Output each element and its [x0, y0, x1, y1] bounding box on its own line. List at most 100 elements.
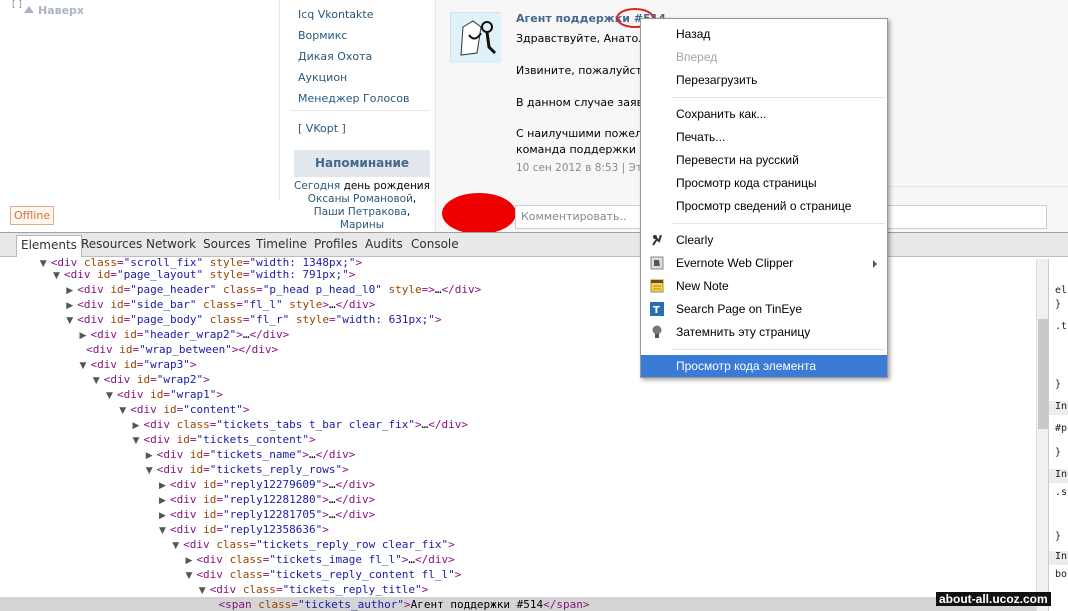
ticket-divider — [872, 186, 1068, 187]
menu-item-dim-page[interactable]: Затемнить эту страницу — [641, 321, 887, 343]
menu-item-wormix[interactable]: Вормикс — [298, 29, 428, 50]
menu-item-icq[interactable]: Icq Vkontakte — [298, 8, 428, 29]
scrollbar-thumb[interactable] — [1038, 319, 1048, 429]
dom-row[interactable]: ▼ <div id="page_layout" style="width: 791… — [0, 267, 1048, 282]
menu-item-page-info[interactable]: Просмотр сведений о странице — [641, 195, 887, 217]
styles-text: } — [1055, 531, 1062, 542]
bracket-mark: [ ] — [12, 0, 22, 10]
dom-row[interactable]: ▼ <div id="wrap1"> — [0, 387, 1048, 402]
dom-row[interactable]: ▶ <div id="reply12281705">…</div> — [0, 507, 1048, 522]
menu-item-clearly[interactable]: Clearly — [641, 229, 887, 251]
dom-row[interactable]: ▶ <div class="tickets_image fl_l">…</div> — [0, 552, 1048, 567]
reminder-birthday: день рождения — [343, 180, 430, 192]
dom-row[interactable]: ▼ <div id="tickets_content"> — [0, 432, 1048, 447]
tab-sources[interactable]: Sources — [203, 237, 250, 251]
dom-row[interactable]: ▶ <div id="reply12281280">…</div> — [0, 492, 1048, 507]
menu-item-back[interactable]: Назад — [641, 23, 887, 45]
tab-profiles[interactable]: Profiles — [314, 237, 358, 251]
dom-row[interactable]: ▶ <div id="tickets_name">…</div> — [0, 447, 1048, 462]
dom-row[interactable]: ▶ <div id="page_header" class="p_head p_h… — [0, 282, 1048, 297]
tineye-icon: T — [650, 302, 664, 316]
styles-pane: el } .t } In #p } In .s } In bo — [1048, 259, 1068, 611]
dom-row-selected[interactable]: <span class="tickets_author">Агент подде… — [0, 597, 1048, 611]
evernote-icon — [650, 256, 664, 270]
menu-separator — [672, 349, 885, 350]
offline-badge: Offline — [10, 206, 55, 225]
devtools-panel: Elements Resources Network Sources Timel… — [0, 232, 1068, 611]
watermark: about-all.ucoz.com — [936, 592, 1051, 606]
arrow-up-icon — [24, 6, 34, 13]
dom-row[interactable]: ▼ <div id="content"> — [0, 402, 1048, 417]
styles-text: .t — [1055, 321, 1068, 332]
tab-resources[interactable]: Resources — [81, 237, 142, 251]
tab-console[interactable]: Console — [411, 237, 459, 251]
menu-item-tineye-label: Search Page on TinEye — [676, 302, 803, 316]
reminder-box: Напоминание Сегодня день рождения Оксаны… — [294, 150, 430, 232]
menu-item-translate[interactable]: Перевести на русский — [641, 149, 887, 171]
submenu-arrow-icon — [873, 260, 877, 268]
back-to-top-label: Наверх — [38, 4, 85, 17]
lightbulb-icon — [652, 325, 662, 338]
back-to-top-link[interactable]: Наверх — [24, 4, 84, 17]
tab-audits[interactable]: Audits — [365, 237, 403, 251]
dom-row[interactable]: ▼ <div id="wrap2"> — [0, 372, 1048, 387]
tab-elements[interactable]: Elements — [16, 235, 82, 257]
reminder-link-marina[interactable]: Марины — [340, 219, 384, 231]
menu-item-inspect-element[interactable]: Просмотр кода элемента — [641, 355, 887, 377]
dom-row[interactable]: ▶ <div id="side_bar" class="fl_l" style>…… — [0, 297, 1048, 312]
menu-item-view-source[interactable]: Просмотр кода страницы — [641, 172, 887, 194]
dom-row[interactable]: ▶ <div id="header_wrap2">…</div> — [0, 327, 1048, 342]
note-icon — [650, 279, 664, 293]
styles-text: } — [1055, 379, 1062, 390]
reminder-text: Сегодня день рождения Оксаны Романовой, … — [294, 177, 430, 232]
menu-item-auction[interactable]: Аукцион — [298, 71, 428, 92]
menu-item-forward[interactable]: Вперед — [641, 46, 887, 68]
dom-row[interactable]: ▼ <div id="page_body" class="fl_r" style=… — [0, 312, 1048, 327]
menu-item-new-note[interactable]: New Note — [641, 275, 887, 297]
menu-item-print[interactable]: Печать... — [641, 126, 887, 148]
svg-text:T: T — [653, 305, 660, 316]
reminder-link-pasha[interactable]: Паши Петракова — [314, 206, 407, 218]
dom-row[interactable]: ▼ <div class="tickets_reply_content fl_l"… — [0, 567, 1048, 582]
styles-text: In — [1055, 551, 1068, 562]
tab-network[interactable]: Network — [146, 237, 196, 251]
vkopt-link[interactable]: [ VKopt ] — [298, 122, 346, 135]
avatar[interactable] — [450, 12, 501, 63]
dom-row[interactable]: ▶ <div id="reply12279609">…</div> — [0, 477, 1048, 492]
dom-row[interactable]: ▼ <div class="tickets_reply_title"> — [0, 582, 1048, 597]
styles-text: } — [1055, 447, 1062, 458]
dom-row[interactable]: ▼ <div id="tickets_reply_rows"> — [0, 462, 1048, 477]
menu-item-evernote[interactable]: Evernote Web Clipper — [641, 252, 887, 274]
tab-timeline[interactable]: Timeline — [256, 237, 307, 251]
dom-row[interactable]: ▼ <div id="reply12358636"> — [0, 522, 1048, 537]
menu-item-tineye[interactable]: T Search Page on TinEye — [641, 298, 887, 320]
ticket-line: В данном случае заявку — [516, 96, 657, 109]
reminder-comma: , — [412, 193, 417, 205]
dom-row[interactable]: ▼ <div class="tickets_reply_row clear_fix… — [0, 537, 1048, 552]
styles-text: } — [1055, 299, 1062, 310]
ticket-line: Здравствуйте, Анатолий — [516, 32, 660, 45]
menu-separator — [672, 223, 885, 224]
menu-item-reload[interactable]: Перезагрузить — [641, 69, 887, 91]
dom-row[interactable]: <div id="wrap_between"></div> — [0, 342, 1048, 357]
support-avatar-icon — [451, 13, 501, 63]
menu-item-wild-hunt[interactable]: Дикая Охота — [298, 50, 428, 71]
annotation-red-blob — [442, 193, 516, 232]
devtools-tabbar: Elements Resources Network Sources Timel… — [0, 233, 1068, 257]
reminder-today[interactable]: Сегодня — [294, 180, 344, 192]
web-page: [ ] Наверх Icq Vkontakte Вормикс Дикая О… — [0, 0, 1068, 232]
left-rail — [10, 0, 280, 200]
reminder-link-oksana[interactable]: Оксаны Романовой — [308, 193, 413, 205]
left-menu: Icq Vkontakte Вормикс Дикая Охота Аукцио… — [298, 8, 428, 113]
dom-row[interactable]: ▼ <div id="wrap3"> — [0, 357, 1048, 372]
menu-item-clearly-label: Clearly — [676, 233, 714, 247]
menu-item-save-as[interactable]: Сохранить как... — [641, 103, 887, 125]
styles-text: .s — [1055, 487, 1068, 498]
devtools-scrollbar[interactable] — [1036, 259, 1048, 611]
context-menu: Назад Вперед Перезагрузить Сохранить как… — [640, 18, 888, 378]
menu-divider — [290, 110, 430, 111]
menu-item-evernote-label: Evernote Web Clipper — [676, 256, 794, 270]
clearly-icon — [652, 234, 662, 246]
styles-text: el — [1055, 285, 1068, 296]
dom-row[interactable]: ▶ <div class="tickets_tabs t_bar clear_fi… — [0, 417, 1048, 432]
